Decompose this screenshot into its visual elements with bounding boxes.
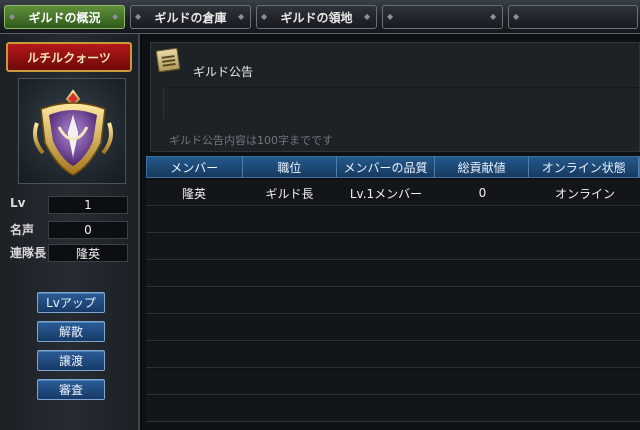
table-row[interactable] xyxy=(146,342,640,368)
ornament-icon: ◆ xyxy=(238,12,245,21)
transfer-button[interactable]: 譲渡 xyxy=(37,350,105,371)
notice-scroll-icon[interactable] xyxy=(155,47,181,73)
tab-guild-territory[interactable]: ◆ ギルドの領地 ◆ xyxy=(256,5,377,29)
member-online-status: オンライン xyxy=(554,186,615,201)
table-row[interactable] xyxy=(146,396,640,422)
notice-hint: ギルド公告内容は100字までです xyxy=(169,134,333,147)
ornament-icon: ◆ xyxy=(135,12,142,21)
notice-title: ギルド公告 xyxy=(193,65,254,79)
column-header-quality[interactable]: メンバーの品質 xyxy=(337,157,435,177)
guild-main-content: ギルド公告 ギルド公告内容は100字までです メンバー 職位 メンバーの品質 総… xyxy=(142,34,640,430)
tab-label: ギルドの概況 xyxy=(28,10,101,25)
guild-info-panel: ルチルクォーツ Lv 1 名声 0 連隊長 隆英 Lvアップ 解散 譲渡 審査 xyxy=(0,34,140,430)
guild-notice-panel: ギルド公告 ギルド公告内容は100字までです xyxy=(150,42,640,152)
member-name: 隆英 xyxy=(181,186,206,201)
table-row[interactable] xyxy=(146,234,640,260)
ornament-icon: ◆ xyxy=(364,12,371,21)
leader-label: 連隊長 xyxy=(10,246,47,260)
tab-guild-overview[interactable]: ◆ ギルドの概況 ◆ xyxy=(4,5,125,29)
tab-label: ギルドの倉庫 xyxy=(154,10,227,25)
ornament-icon: ◆ xyxy=(513,12,520,21)
ornament-icon: ◆ xyxy=(9,12,16,21)
table-row[interactable] xyxy=(146,288,640,314)
table-row[interactable] xyxy=(146,315,640,341)
table-row[interactable]: 隆英 ギルド長 Lv.1メンバー 0 オンライン xyxy=(146,180,640,206)
guild-name: ルチルクォーツ xyxy=(27,50,111,65)
tab-empty-1[interactable]: ◆ ◆ xyxy=(382,5,503,29)
level-label: Lv xyxy=(10,196,26,210)
ornament-icon: ◆ xyxy=(261,12,268,21)
ornament-icon: ◆ xyxy=(490,12,497,21)
column-header-online-status[interactable]: オンライン状態 xyxy=(529,157,639,177)
table-row[interactable] xyxy=(146,261,640,287)
fame-value: 0 xyxy=(48,221,128,239)
member-table-header: メンバー 職位 メンバーの品質 総貢献値 オンライン状態 xyxy=(146,156,640,178)
guild-emblem-frame xyxy=(18,78,126,184)
column-header-member[interactable]: メンバー xyxy=(147,157,243,177)
tab-empty-2[interactable]: ◆ xyxy=(508,5,638,29)
notice-text-area[interactable] xyxy=(163,87,640,119)
ornament-icon: ◆ xyxy=(112,12,119,21)
member-table: メンバー 職位 メンバーの品質 総貢献値 オンライン状態 隆英 ギルド長 Lv.… xyxy=(146,156,640,430)
table-row[interactable] xyxy=(146,207,640,233)
guild-name-banner: ルチルクォーツ xyxy=(6,42,132,72)
top-tab-bar: ◆ ギルドの概況 ◆ ◆ ギルドの倉庫 ◆ ◆ ギルドの領地 ◆ ◆ ◆ ◆ xyxy=(0,0,640,34)
ornament-icon: ◆ xyxy=(387,12,394,21)
level-value: 1 xyxy=(48,196,128,214)
level-up-button[interactable]: Lvアップ xyxy=(37,292,105,313)
member-position: ギルド長 xyxy=(265,186,314,201)
tab-label: ギルドの領地 xyxy=(280,10,353,25)
table-row[interactable] xyxy=(146,369,640,395)
tab-guild-warehouse[interactable]: ◆ ギルドの倉庫 ◆ xyxy=(130,5,251,29)
member-contribution: 0 xyxy=(478,186,487,200)
member-quality: Lv.1メンバー xyxy=(349,186,423,201)
fame-label: 名声 xyxy=(10,223,35,237)
review-button[interactable]: 審査 xyxy=(37,379,105,400)
guild-emblem-icon xyxy=(33,89,113,176)
disband-button[interactable]: 解散 xyxy=(37,321,105,342)
column-header-contribution[interactable]: 総貢献値 xyxy=(435,157,530,177)
leader-value: 隆英 xyxy=(48,244,128,262)
column-header-position[interactable]: 職位 xyxy=(243,157,338,177)
